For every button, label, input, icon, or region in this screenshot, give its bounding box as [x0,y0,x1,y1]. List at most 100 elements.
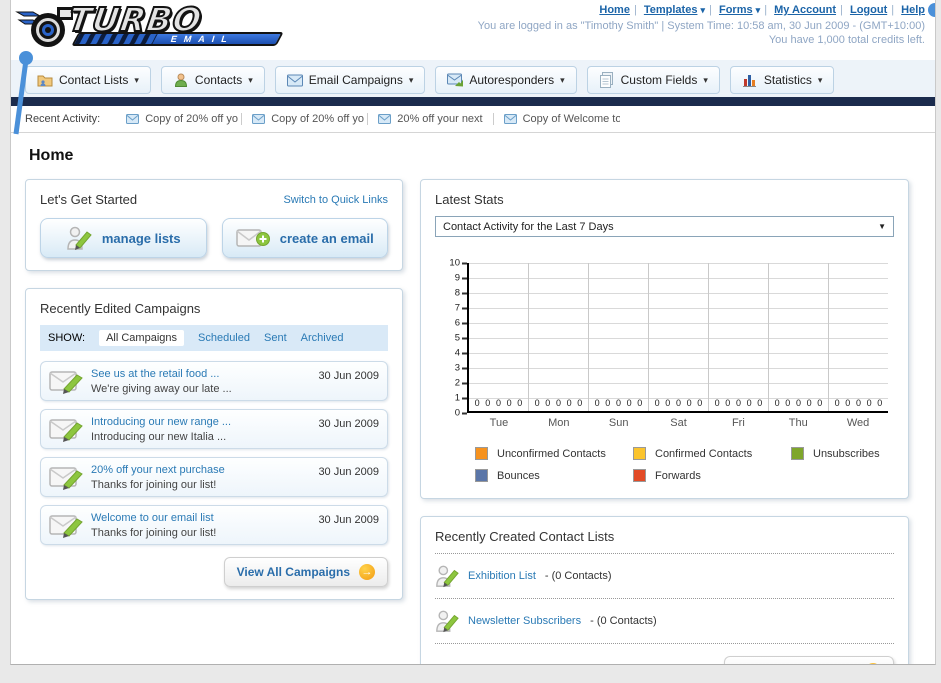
nav-tab-label: Statistics [763,73,812,87]
campaign-date: 30 Jun 2009 [318,418,379,430]
latest-stats-title: Latest Stats [435,192,504,207]
contact-list-link[interactable]: Exhibition List [468,570,536,582]
main-nav: Contact Lists Contacts Email Campaigns [11,60,935,97]
nav-tab-contacts[interactable]: Contacts [160,66,265,94]
chart-day-group: 00000 [834,398,883,408]
chart-day-group: 00000 [469,263,529,411]
chart-x-tick-label: Sun [608,417,629,429]
campaign-title-link[interactable]: Introducing our new range ... [91,416,310,428]
campaign-title-link[interactable]: 20% off your next purchase [91,464,310,476]
chart-x-tick-label: Sat [670,417,687,429]
contact-list-row[interactable]: Exhibition List - (0 Contacts) [435,563,894,589]
show-label: SHOW: [48,332,86,344]
address-book-icon [37,72,53,88]
recent-activity-item[interactable]: Copy of 20% off yo [116,113,243,125]
recent-activity-item[interactable]: Copy of 20% off yo [242,113,369,125]
envelope-plus-icon [236,226,270,250]
turbo-email-logo[interactable]: TURBO EMAIL [15,0,284,54]
view-all-campaigns-button[interactable]: View All Campaigns [223,557,388,587]
envelope-icon [503,114,517,124]
dropdown-arrow-icon [248,75,253,86]
arrow-right-icon [359,564,375,580]
contact-list-count: - (0 Contacts) [590,615,657,627]
envelope-icon [286,74,303,87]
nav-tab-email-campaigns[interactable]: Email Campaigns [274,66,426,94]
get-started-title: Let's Get Started [40,192,138,207]
turbocharger-icon [15,2,75,54]
nav-tab-label: Contact Lists [59,73,129,87]
manage-lists-button[interactable]: manage lists [40,218,207,258]
logo-subtitle: EMAIL [169,34,236,45]
contact-activity-chart: 0 1 2 3 4 5 6 7 8 9 10 000000000000000000000000000… [439,258,888,482]
filter-archived[interactable]: Archived [301,332,344,344]
dropdown-arrow-icon[interactable] [701,5,706,15]
chart-day-group: 00000 [589,263,649,411]
legend-item: Unsubscribes [791,447,888,460]
logo-email-bar: EMAIL [71,32,284,47]
create-email-button[interactable]: create an email [221,218,388,258]
utility-link-my-account[interactable]: My Account [774,4,836,16]
nav-tab-autoresponders[interactable]: Autoresponders [435,66,577,94]
filter-all-campaigns[interactable]: All Campaigns [99,330,184,346]
recent-activity-bar: Recent Activity: Copy of 20% off yo Copy… [11,106,935,133]
latest-stats-panel: Latest Stats Contact Activity for the La… [420,179,909,499]
see-all-contact-lists-button[interactable]: See All Contact Lists [724,656,894,664]
credits-info: You have 1,000 total credits left. [768,34,925,46]
person-icon [173,72,189,88]
campaign-subtitle: Introducing our new Italia ... [91,430,227,443]
contact-list-row[interactable]: Newsletter Subscribers - (0 Contacts) [435,608,894,634]
envelope-icon [126,114,140,124]
page-sheet: TURBO EMAIL Home| Templates | Forms | My… [10,0,936,665]
logo-text: TURBO EMAIL [65,0,284,47]
envelope-pencil-icon [49,367,83,395]
contact-list-link[interactable]: Newsletter Subscribers [468,615,581,627]
nav-tab-statistics[interactable]: Statistics [729,66,835,94]
dropdown-arrow-icon [703,75,708,86]
campaign-date: 30 Jun 2009 [318,466,379,478]
logo-title: TURBO [65,0,205,40]
chart-x-tick-label: Fri [731,417,745,429]
navy-divider-bar [11,97,935,106]
envelope-pencil-icon [49,463,83,491]
legend-swatch [791,447,804,460]
utility-link-logout[interactable]: Logout [850,4,887,16]
get-started-panel: Let's Get Started Switch to Quick Links [25,179,403,271]
campaign-title-link[interactable]: See us at the retail food ... [91,368,310,380]
campaign-row[interactable]: Welcome to our email list Thanks for joi… [40,505,388,545]
campaign-row[interactable]: 20% off your next purchase Thanks for jo… [40,457,388,497]
utility-link-help[interactable]: Help [901,4,925,16]
legend-swatch [633,469,646,482]
switch-quick-links-link[interactable]: Switch to Quick Links [283,194,388,206]
nav-tab-label: Custom Fields [620,73,698,87]
dropdown-arrow-icon[interactable] [756,5,761,15]
recent-activity-item[interactable]: 20% off your next [368,113,494,125]
recent-contact-lists-panel: Recently Created Contact Lists Exhibitio… [420,516,909,664]
document-icon [599,72,615,88]
campaign-row[interactable]: Introducing our new range ... Introducin… [40,409,388,449]
logo-stripes [74,34,158,45]
filter-scheduled[interactable]: Scheduled [198,332,250,344]
nav-tab-contact-lists[interactable]: Contact Lists [25,66,151,94]
dropdown-arrow-icon [134,75,139,86]
chart-day-group: 00000 [649,263,709,411]
blue-pin-decoration [11,48,33,136]
utility-link-templates[interactable]: Templates [644,4,698,16]
utility-link-home[interactable]: Home [599,4,630,16]
recent-activity-item[interactable]: Copy of Welcome to [494,113,620,125]
recent-activity-label: Recent Activity: [25,113,101,125]
recent-campaigns-title: Recently Edited Campaigns [40,301,201,316]
envelope-arrow-icon [447,73,464,87]
chart-x-axis: Tue Mon Sun Sat Fri Thu Wed [439,417,888,429]
nav-tab-custom-fields[interactable]: Custom Fields [586,66,720,94]
envelope-icon [252,114,266,124]
envelope-pencil-icon [49,415,83,443]
stats-range-dropdown[interactable]: Contact Activity for the Last 7 Days [435,216,894,237]
nav-tab-label: Autoresponders [469,73,555,87]
dotted-divider [435,553,894,554]
filter-sent[interactable]: Sent [264,332,287,344]
nav-tab-label: Email Campaigns [308,73,403,87]
campaign-title-link[interactable]: Welcome to our email list [91,512,310,524]
utility-link-forms[interactable]: Forms [719,4,753,16]
campaign-row[interactable]: See us at the retail food ... We're givi… [40,361,388,401]
campaign-subtitle: Thanks for joining our list! [91,526,217,539]
